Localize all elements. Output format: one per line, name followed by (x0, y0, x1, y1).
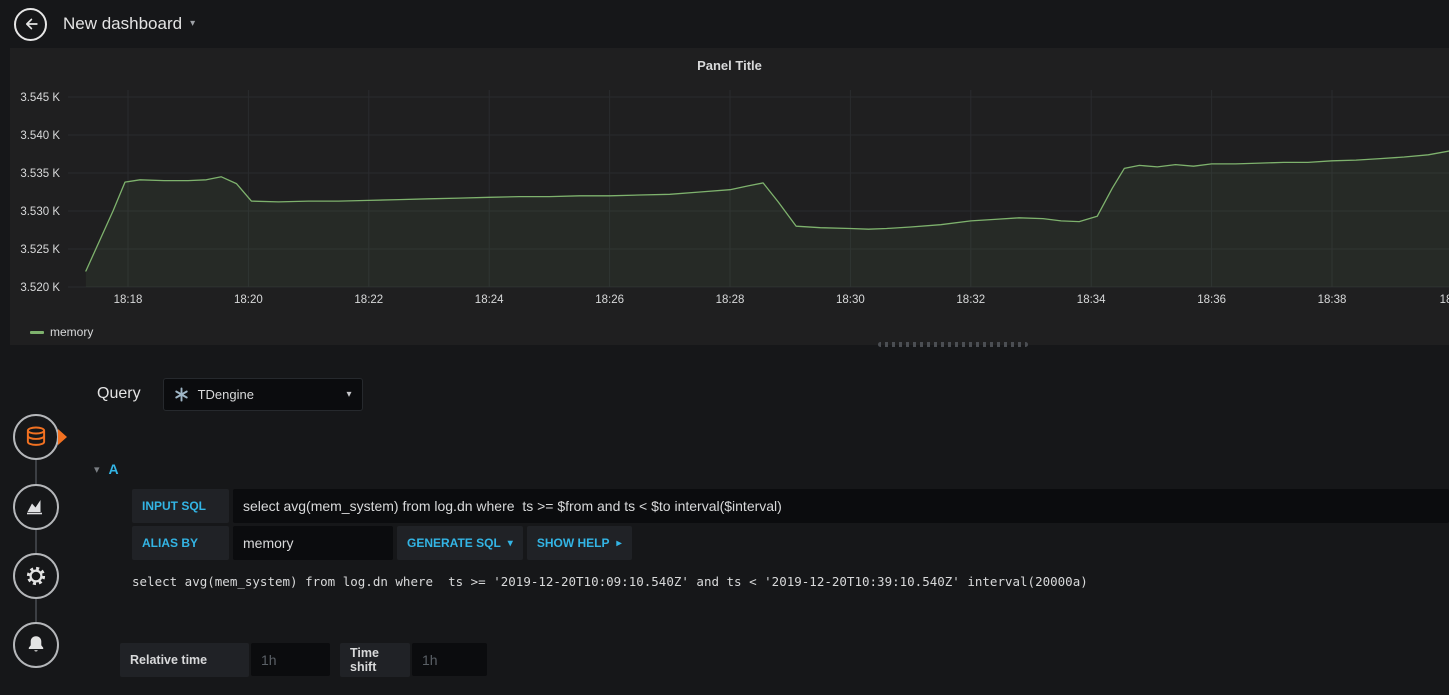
generated-sql-text: select avg(mem_system) from log.dn where… (132, 573, 1088, 589)
back-button[interactable] (14, 7, 47, 41)
svg-text:18:20: 18:20 (234, 294, 263, 306)
tdengine-logo-icon (174, 386, 189, 402)
svg-text:18:38: 18:38 (1318, 294, 1347, 306)
tab-connector-line (35, 437, 37, 645)
svg-text:3.545 K: 3.545 K (20, 92, 60, 104)
dashboard-title-menu[interactable]: New dashboard ▾ (63, 14, 195, 34)
alias-by-row: ALIAS BY GENERATE SQL ▾ SHOW HELP ▸ (132, 526, 1449, 560)
chevron-right-icon: ▸ (616, 537, 622, 549)
query-section-label: Query (97, 385, 141, 402)
legend-color-swatch (30, 330, 44, 334)
alias-by-input[interactable] (233, 526, 393, 560)
chevron-down-icon: ▾ (190, 18, 196, 29)
svg-text:18:34: 18:34 (1077, 294, 1106, 306)
svg-text:18:24: 18:24 (475, 294, 504, 306)
input-sql-label: INPUT SQL (132, 489, 229, 523)
time-series-chart[interactable]: 3.545 K 3.540 K 3.535 K 3.530 K 3.525 K 3.520… (10, 48, 1449, 345)
tab-visualization[interactable] (13, 484, 59, 530)
bell-icon (24, 633, 48, 657)
datasource-picker[interactable]: TDengine ▾ (162, 377, 363, 411)
time-options-row: Relative time Time shift (120, 643, 497, 677)
svg-text:18:36: 18:36 (1197, 294, 1226, 306)
datasource-name: TDengine (197, 386, 254, 402)
svg-text:18: 18 (1440, 294, 1449, 306)
time-shift-label: Time shift (340, 643, 410, 677)
input-sql-input[interactable] (233, 489, 1449, 523)
collapse-caret-icon[interactable]: ▾ (94, 463, 100, 476)
legend-label: memory (50, 325, 94, 339)
svg-text:3.540 K: 3.540 K (20, 130, 60, 142)
input-sql-row: INPUT SQL (132, 489, 1449, 523)
svg-text:3.530 K: 3.530 K (20, 206, 60, 218)
svg-text:18:28: 18:28 (716, 294, 745, 306)
grafana-dashboard-edit: { "colors": { "page_bg": "#161719", "pan… (0, 0, 1449, 695)
dashboard-title: New dashboard (63, 14, 183, 33)
generate-sql-button[interactable]: GENERATE SQL ▾ (397, 526, 523, 560)
svg-text:3.520 K: 3.520 K (20, 282, 60, 294)
gear-icon (24, 564, 48, 588)
svg-text:3.525 K: 3.525 K (20, 244, 60, 256)
svg-text:3.535 K: 3.535 K (20, 168, 60, 180)
tab-general[interactable] (13, 553, 59, 599)
horizontal-scrollbar[interactable] (878, 342, 1028, 347)
graph-panel: Panel Title 3.545 K 3.540 K 3.535 K 3.530 K… (10, 48, 1449, 345)
chevron-down-icon: ▾ (346, 388, 352, 400)
svg-text:18:30: 18:30 (836, 294, 865, 306)
svg-text:18:32: 18:32 (956, 294, 985, 306)
svg-text:18:18: 18:18 (114, 294, 143, 306)
tab-queries[interactable] (13, 414, 59, 460)
query-row-header[interactable]: ▾ A (94, 455, 1439, 483)
query-section-header: Query TDengine ▾ (97, 377, 363, 411)
svg-text:18:26: 18:26 (595, 294, 624, 306)
time-shift-input[interactable] (412, 643, 487, 676)
legend-item-memory[interactable]: memory (30, 325, 93, 339)
query-ref-letter: A (108, 461, 119, 477)
top-bar: New dashboard ▾ (0, 0, 1449, 48)
chevron-down-icon: ▾ (507, 537, 513, 549)
active-tab-arrow (58, 429, 67, 445)
alias-by-label: ALIAS BY (132, 526, 229, 560)
relative-time-label: Relative time (120, 643, 249, 677)
show-help-button[interactable]: SHOW HELP ▸ (526, 526, 632, 560)
svg-text:18:22: 18:22 (354, 294, 383, 306)
graph-icon (24, 495, 48, 519)
database-icon (23, 424, 49, 450)
back-arrow-icon (21, 14, 41, 34)
relative-time-input[interactable] (251, 643, 330, 676)
tab-alert[interactable] (13, 622, 59, 668)
